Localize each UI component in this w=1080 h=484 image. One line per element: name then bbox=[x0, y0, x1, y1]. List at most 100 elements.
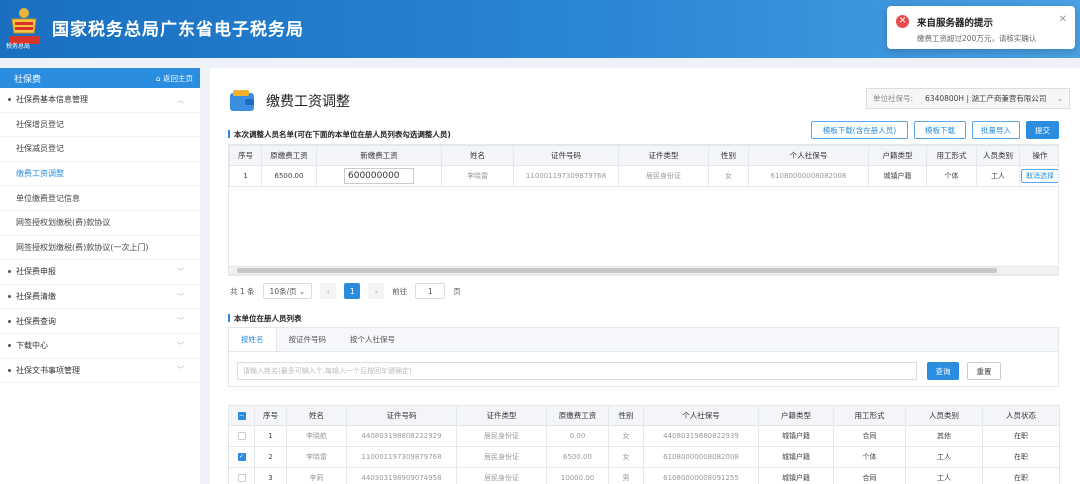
sidebar-item-label: 单位缴费登记信息 bbox=[16, 193, 80, 203]
cell-ss-no: 61080000008091255 bbox=[643, 467, 759, 484]
adjust-table-header: 序号 原缴费工资 新缴费工资 姓名 证件号码 证件类型 性别 个人社保号 户籍类… bbox=[229, 145, 1058, 166]
cell-status: 在职 bbox=[982, 425, 1060, 447]
server-toast: ✕ 来自服务器的提示 缴费工资超过200万元，请核实确认 ✕ bbox=[887, 6, 1075, 49]
cell-ss-no: 61080000008082008 bbox=[643, 446, 759, 468]
submit-button[interactable]: 提交 bbox=[1026, 121, 1059, 139]
cell-household: 城镇户籍 bbox=[868, 165, 927, 187]
sidebar-item-unit-info[interactable]: 单位缴费登记信息 bbox=[0, 186, 200, 211]
col-header: 个人社保号 bbox=[643, 405, 759, 426]
pagination: 共 1 条 10条/页 ⌄ ‹ 1 › 前往 1 页 bbox=[230, 282, 461, 300]
roster-section-title: 本单位在册人员列表 bbox=[228, 313, 302, 324]
toast-title: 来自服务器的提示 bbox=[917, 18, 994, 29]
table-row[interactable]: 3 李莉 440303198909074958 居民身份证 10000.00 男… bbox=[228, 467, 1060, 484]
home-link[interactable]: ⌂ 返回主页 bbox=[156, 73, 193, 84]
cell-old-wage: 6500.00 bbox=[261, 165, 317, 187]
chevron-down-icon: ﹀ bbox=[177, 267, 184, 276]
cell-no: 1 bbox=[229, 165, 262, 187]
cancel-select-button[interactable]: 取消选择 bbox=[1021, 169, 1058, 183]
sidebar-group-query[interactable]: 社保费查询 ﹀ bbox=[0, 309, 200, 334]
sidebar-item-agreement-onsite[interactable]: 网签授权划缴税(费)款协议(一次上门) bbox=[0, 236, 200, 261]
sidebar-item-label: 社保增员登记 bbox=[16, 119, 64, 129]
sidebar-item-label: 社保文书事项管理 bbox=[16, 365, 80, 375]
sidebar-item-remove-staff[interactable]: 社保减员登记 bbox=[0, 137, 200, 162]
prev-page-button[interactable]: ‹ bbox=[320, 283, 337, 299]
sidebar-item-label: 社保减员登记 bbox=[16, 144, 64, 154]
col-header: 户籍类型 bbox=[868, 145, 927, 166]
row-checkbox[interactable] bbox=[237, 474, 246, 482]
sidebar-group-basic-info[interactable]: 社保费基本信息管理 ︿ bbox=[0, 88, 200, 113]
cell-category: 工人 bbox=[905, 446, 983, 468]
chevron-up-icon: ︿ bbox=[177, 95, 184, 104]
cell-household: 城镇户籍 bbox=[758, 425, 834, 447]
col-header: 人员类别 bbox=[976, 145, 1020, 166]
sidebar-item-add-staff[interactable]: 社保增员登记 bbox=[0, 113, 200, 138]
cell-select bbox=[228, 467, 255, 484]
scrollbar-thumb[interactable] bbox=[237, 268, 997, 273]
cell-no: 2 bbox=[254, 446, 287, 468]
cell-category: 其他 bbox=[905, 425, 983, 447]
sidebar-group-settle[interactable]: 社保费清缴 ﹀ bbox=[0, 285, 200, 310]
page-size-value: 10条/页 bbox=[269, 286, 297, 296]
cell-id-type: 居民身份证 bbox=[456, 467, 547, 484]
sidebar-item-label: 社保费清缴 bbox=[16, 292, 56, 302]
cell-id-no: 110001197309879768 bbox=[513, 165, 619, 187]
cell-no: 1 bbox=[254, 425, 287, 447]
adjust-table: 序号 原缴费工资 新缴费工资 姓名 证件号码 证件类型 性别 个人社保号 户籍类… bbox=[229, 145, 1058, 187]
chevron-down-icon: ⌄ bbox=[1056, 94, 1063, 103]
page-unit-label: 页 bbox=[453, 286, 461, 296]
template-registered-button[interactable]: 模板下载(含在册人员) bbox=[811, 121, 908, 139]
sidebar-header: 社保费 ⌂ 返回主页 bbox=[0, 68, 200, 88]
cell-ss-no: 61080000008082008 bbox=[748, 165, 869, 187]
next-page-button[interactable]: › bbox=[368, 283, 385, 299]
sidebar-item-label: 下载中心 bbox=[16, 341, 48, 351]
cell-id-type: 居民身份证 bbox=[456, 425, 547, 447]
table-row[interactable]: 1 李晓航 440803198808222929 居民身份证 0.00 女 44… bbox=[228, 425, 1060, 447]
sidebar-group-download[interactable]: 下载中心 ﹀ bbox=[0, 334, 200, 359]
current-page-button[interactable]: 1 bbox=[344, 283, 361, 299]
home-link-label: 返回主页 bbox=[163, 73, 193, 83]
cell-name: 李晓雷 bbox=[441, 165, 514, 187]
chevron-down-icon: ﹀ bbox=[177, 341, 184, 350]
col-header: 序号 bbox=[229, 145, 262, 166]
cell-wage: 10000.00 bbox=[546, 467, 609, 484]
row-checkbox[interactable]: ✓ bbox=[237, 453, 246, 461]
sidebar-item-label: 网签授权划缴税(费)款协议(一次上门) bbox=[16, 242, 149, 252]
cell-employment: 合同 bbox=[833, 467, 906, 484]
tab-by-name[interactable]: 按姓名 bbox=[229, 328, 277, 351]
cell-household: 城镇户籍 bbox=[758, 467, 834, 484]
template-download-button[interactable]: 模板下载 bbox=[914, 121, 966, 139]
cell-category: 工人 bbox=[905, 467, 983, 484]
tab-by-ss-no[interactable]: 按个人社保号 bbox=[338, 328, 407, 351]
table-row[interactable]: ✓ 2 李晓雷 110001197309879768 居民身份证 6500.00… bbox=[228, 446, 1060, 468]
cell-wage: 0.00 bbox=[546, 425, 609, 447]
unit-select[interactable]: 单位社保号: 6340800H | 湖工产商兼营有限公司 ⌄ bbox=[866, 88, 1070, 109]
row-checkbox[interactable] bbox=[237, 432, 246, 440]
roster-table-header: − 序号 姓名 证件号码 证件类型 原缴费工资 性别 个人社保号 户籍类型 用工… bbox=[228, 405, 1060, 426]
search-panel: 按姓名 按证件号码 按个人社保号 请输入姓名(最多可输入个,每输入一个后按回车键… bbox=[228, 327, 1059, 387]
sidebar-item-label: 缴费工资调整 bbox=[16, 169, 64, 179]
batch-import-button[interactable]: 批量导入 bbox=[972, 121, 1020, 139]
query-button[interactable]: 查询 bbox=[927, 362, 959, 380]
close-icon[interactable]: ✕ bbox=[1059, 14, 1067, 25]
sidebar-item-agreement[interactable]: 网签授权划缴税(费)款协议 bbox=[0, 211, 200, 236]
tab-by-id[interactable]: 按证件号码 bbox=[277, 328, 339, 351]
page-size-select[interactable]: 10条/页 ⌄ bbox=[262, 283, 313, 299]
goto-page-input[interactable]: 1 bbox=[415, 283, 446, 299]
cell-status: 在职 bbox=[982, 446, 1060, 468]
cell-id-no: 440803198808222929 bbox=[346, 425, 457, 447]
site-title: 国家税务总局广东省电子税务局 bbox=[52, 20, 304, 40]
sidebar-item-wage-adjust[interactable]: 缴费工资调整 bbox=[0, 162, 200, 187]
col-header: 原缴费工资 bbox=[546, 405, 609, 426]
unit-label: 单位社保号: bbox=[873, 94, 914, 103]
sidebar-group-documents[interactable]: 社保文书事项管理 ﹀ bbox=[0, 359, 200, 384]
select-all-checkbox[interactable]: − bbox=[237, 412, 246, 420]
search-input[interactable]: 请输入姓名(最多可输入个,每输入一个后按回车键确定) bbox=[237, 362, 917, 380]
sidebar-group-declare[interactable]: 社保费申报 ﹀ bbox=[0, 260, 200, 285]
new-wage-input[interactable]: 600000000 bbox=[344, 168, 414, 184]
goto-label: 前往 bbox=[392, 286, 408, 296]
horizontal-scrollbar[interactable] bbox=[228, 266, 1059, 275]
reset-button[interactable]: 重置 bbox=[967, 362, 1001, 380]
cell-select bbox=[228, 425, 255, 447]
cell-gender: 女 bbox=[708, 165, 749, 187]
cell-employment: 个体 bbox=[833, 446, 906, 468]
